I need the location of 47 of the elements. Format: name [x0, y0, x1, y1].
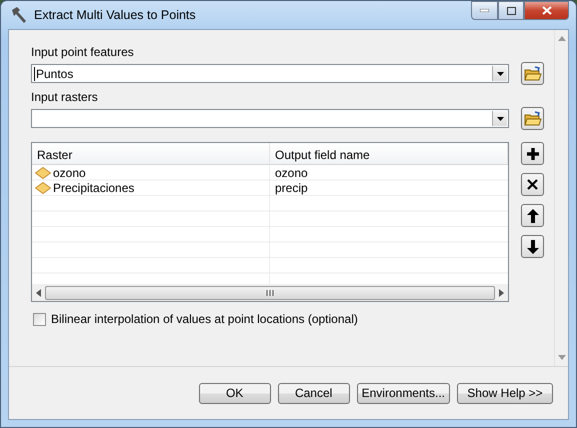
folder-icon — [524, 110, 542, 126]
arrow-down-icon — [526, 240, 538, 254]
caret-icon — [496, 72, 504, 76]
dialog-button[interactable]: OK — [198, 382, 271, 404]
maximize-button[interactable] — [498, 1, 524, 20]
field-label: Input point features — [31, 45, 135, 59]
minimize-button[interactable] — [471, 1, 498, 20]
scroll-right-icon[interactable] — [499, 288, 504, 296]
scroll-up-icon[interactable] — [558, 36, 566, 41]
close-icon — [542, 6, 552, 15]
browse-button[interactable] — [521, 62, 544, 85]
add-button[interactable] — [521, 142, 544, 165]
dialog-button[interactable]: Cancel — [278, 382, 350, 404]
dialog-button[interactable]: Environments... — [356, 382, 450, 404]
folder-icon — [524, 66, 542, 82]
combo-value: Puntos — [34, 66, 74, 80]
column-header[interactable]: Raster — [32, 143, 270, 165]
horizontal-scrollbar[interactable] — [32, 284, 508, 301]
hammer-icon — [10, 6, 28, 24]
vertical-scrollbar[interactable] — [554, 30, 568, 366]
table-cell: Precipitaciones — [53, 181, 134, 196]
close-button[interactable] — [524, 1, 569, 20]
table-cell-text: ozono — [274, 165, 309, 180]
field-label: Input rasters — [31, 90, 99, 104]
close-icon — [527, 179, 538, 190]
browse-button[interactable] — [521, 107, 544, 130]
point-features-combo[interactable]: Puntos — [31, 64, 509, 83]
plus-icon — [526, 146, 540, 160]
move-up-button[interactable] — [521, 204, 544, 227]
window-title: Extract Multi Values to Points — [34, 8, 196, 22]
remove-button[interactable] — [521, 173, 544, 196]
arrow-up-icon — [526, 208, 538, 222]
table-cell: ozono — [53, 166, 86, 180]
minimize-icon — [480, 9, 489, 12]
scroll-left-icon[interactable] — [36, 288, 41, 296]
scroll-down-icon[interactable] — [558, 355, 566, 360]
grip-icon — [266, 290, 274, 296]
dialog-button[interactable]: Show Help >> — [457, 382, 553, 404]
table-cell-text: precip — [274, 180, 309, 196]
checkbox[interactable] — [33, 312, 46, 326]
maximize-icon — [506, 6, 516, 14]
move-down-button[interactable] — [521, 235, 544, 258]
raster-icon — [35, 182, 51, 194]
checkbox-label: Bilinear interpolation of values at point locations (optional) — [51, 312, 358, 326]
column-header[interactable]: Output field name — [270, 143, 508, 165]
caret-icon — [496, 116, 504, 120]
rasters-combo[interactable] — [31, 109, 509, 128]
